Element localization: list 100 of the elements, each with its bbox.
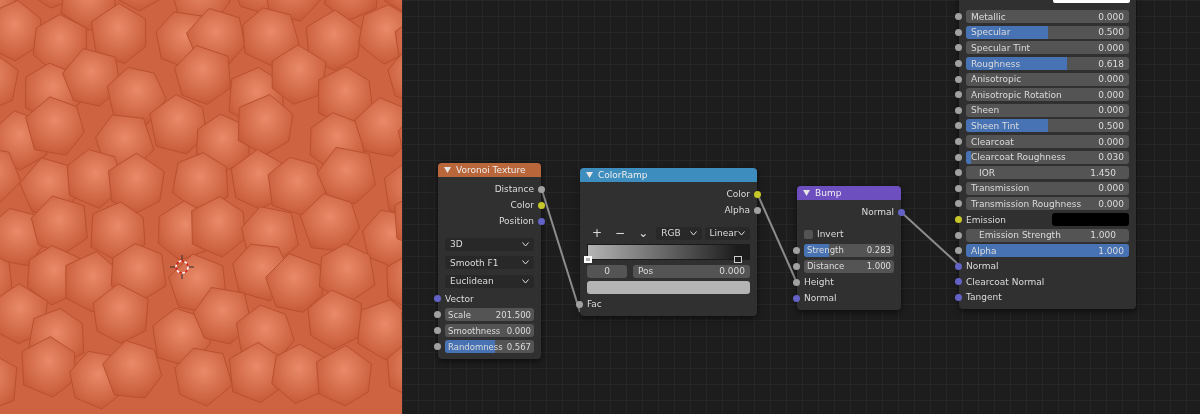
- socket-dot[interactable]: [955, 153, 962, 161]
- number-slider[interactable]: Anisotropic Rotation 0.000: [966, 88, 1129, 102]
- slider-value: 0.030: [1098, 152, 1124, 163]
- socket-dot[interactable]: [793, 262, 800, 270]
- number-slider[interactable]: Transmission 0.000: [966, 181, 1129, 195]
- socket-dot[interactable]: [955, 247, 962, 255]
- socket-label: Alpha: [724, 205, 750, 215]
- collapse-triangle-icon[interactable]: [586, 172, 593, 178]
- number-field[interactable]: Smoothness 0.000: [445, 324, 534, 337]
- socket-dot[interactable]: [955, 216, 962, 223]
- socket-label: Normal: [861, 207, 894, 217]
- socket-dot[interactable]: [434, 295, 441, 302]
- slider-value: 0.000: [1098, 11, 1124, 22]
- number-slider[interactable]: Clearcoat Roughness 0.030: [966, 150, 1129, 164]
- socket-dot[interactable]: [538, 185, 545, 193]
- color-swatch[interactable]: [1052, 213, 1129, 226]
- dropdown[interactable]: RGB: [656, 226, 702, 240]
- slider-value: 0.000: [1098, 43, 1124, 53]
- slider-label: Specular Tint: [971, 43, 1031, 53]
- chevron-down-icon: [738, 230, 745, 236]
- socket-dot[interactable]: [434, 311, 441, 318]
- stop-index-field[interactable]: 0: [587, 264, 627, 278]
- number-slider[interactable]: Clearcoat 0.000: [966, 135, 1129, 149]
- socket-dot[interactable]: [898, 208, 905, 216]
- node-title: ColorRamp: [598, 170, 648, 180]
- number-slider[interactable]: Specular Tint 0.000: [966, 41, 1129, 55]
- socket-label: Clearcoat Normal: [966, 276, 1045, 287]
- number-slider[interactable]: Roughness 0.618: [966, 57, 1129, 71]
- number-slider[interactable]: Sheen 0.000: [966, 103, 1129, 117]
- socket-dot[interactable]: [793, 246, 800, 254]
- socket-dot[interactable]: [955, 262, 962, 270]
- slider-label: Clearcoat Roughness: [971, 152, 1066, 163]
- socket-dot[interactable]: [793, 294, 800, 302]
- number-slider[interactable]: Transmission Roughness 0.000: [966, 197, 1129, 211]
- socket-dot[interactable]: [576, 300, 583, 308]
- socket-label: Emission: [966, 214, 1008, 225]
- number-field[interactable]: Scale 201.500: [445, 308, 534, 321]
- slider-label: Anisotropic Rotation: [971, 89, 1062, 100]
- socket-dot[interactable]: [955, 200, 962, 208]
- socket-dot[interactable]: [955, 44, 962, 52]
- socket-dot[interactable]: [538, 217, 545, 225]
- socket-dot[interactable]: [538, 201, 545, 209]
- socket-dot[interactable]: [955, 184, 962, 192]
- socket-dot[interactable]: [955, 75, 962, 83]
- number-field[interactable]: Emission Strength 1.000: [966, 228, 1129, 242]
- color-ramp-gradient[interactable]: [587, 244, 750, 260]
- slider-label: Sheen Tint: [971, 120, 1019, 131]
- slider-label: IOR: [979, 167, 995, 178]
- node-title: Bump: [815, 188, 842, 198]
- socket-label: Color: [726, 189, 750, 199]
- slider-value: 0.283: [866, 245, 891, 255]
- ramp-tool-button[interactable]: −: [610, 225, 631, 241]
- number-slider[interactable]: Anisotropic 0.000: [966, 72, 1129, 86]
- checkbox[interactable]: [804, 229, 813, 239]
- number-field[interactable]: Distance 1.000: [804, 259, 894, 273]
- node-header[interactable]: ColorRamp: [580, 168, 757, 182]
- collapse-triangle-icon[interactable]: [444, 167, 451, 173]
- socket-dot[interactable]: [434, 327, 441, 334]
- socket-dot[interactable]: [793, 278, 800, 286]
- socket-dot[interactable]: [955, 231, 962, 239]
- number-field[interactable]: Pos 0.000: [633, 264, 750, 278]
- socket-label: Fac: [587, 299, 602, 309]
- socket-dot[interactable]: [955, 60, 962, 68]
- ramp-stop-handle[interactable]: [733, 256, 742, 263]
- slider-label: Pos: [638, 266, 654, 276]
- socket-dot[interactable]: [955, 28, 962, 36]
- node-header[interactable]: Voronoi Texture: [438, 163, 541, 177]
- slider-label: Smoothness: [448, 325, 501, 336]
- socket-dot[interactable]: [955, 106, 962, 114]
- slider-label: Sheen: [971, 105, 1000, 116]
- socket-dot[interactable]: [955, 122, 962, 130]
- slider-value: 0.500: [1098, 120, 1124, 131]
- socket-label: Normal: [966, 261, 999, 272]
- socket-label: Distance: [494, 184, 534, 194]
- ramp-tool-button[interactable]: +: [587, 225, 608, 241]
- socket-dot[interactable]: [955, 294, 962, 301]
- slider-value: 0.000: [1098, 136, 1124, 147]
- dropdown[interactable]: Smooth F1: [445, 256, 534, 270]
- dropdown[interactable]: Euclidean: [445, 274, 534, 288]
- socket-dot[interactable]: [434, 343, 441, 350]
- socket-dot[interactable]: [754, 190, 761, 198]
- dropdown[interactable]: Linear: [704, 226, 750, 240]
- number-slider[interactable]: Sheen Tint 0.500: [966, 119, 1129, 133]
- ramp-tool-button[interactable]: ⌄: [633, 225, 654, 241]
- color-swatch[interactable]: [587, 280, 750, 294]
- socket-dot[interactable]: [955, 278, 962, 286]
- number-field[interactable]: IOR 1.450: [966, 166, 1129, 180]
- socket-dot[interactable]: [955, 169, 962, 177]
- socket-label: Tangent: [966, 292, 1002, 303]
- socket-dot[interactable]: [754, 206, 761, 214]
- slider-label: Specular: [971, 27, 1011, 38]
- number-slider[interactable]: Specular 0.500: [966, 25, 1129, 39]
- dropdown[interactable]: 3D: [445, 237, 534, 251]
- node-header[interactable]: Bump: [797, 186, 901, 200]
- number-slider[interactable]: Metallic 0.000: [966, 10, 1129, 24]
- socket-dot[interactable]: [955, 13, 962, 21]
- socket-dot[interactable]: [955, 138, 962, 146]
- number-slider[interactable]: Alpha 1.000: [966, 244, 1129, 258]
- collapse-triangle-icon[interactable]: [803, 190, 810, 196]
- socket-dot[interactable]: [955, 91, 962, 99]
